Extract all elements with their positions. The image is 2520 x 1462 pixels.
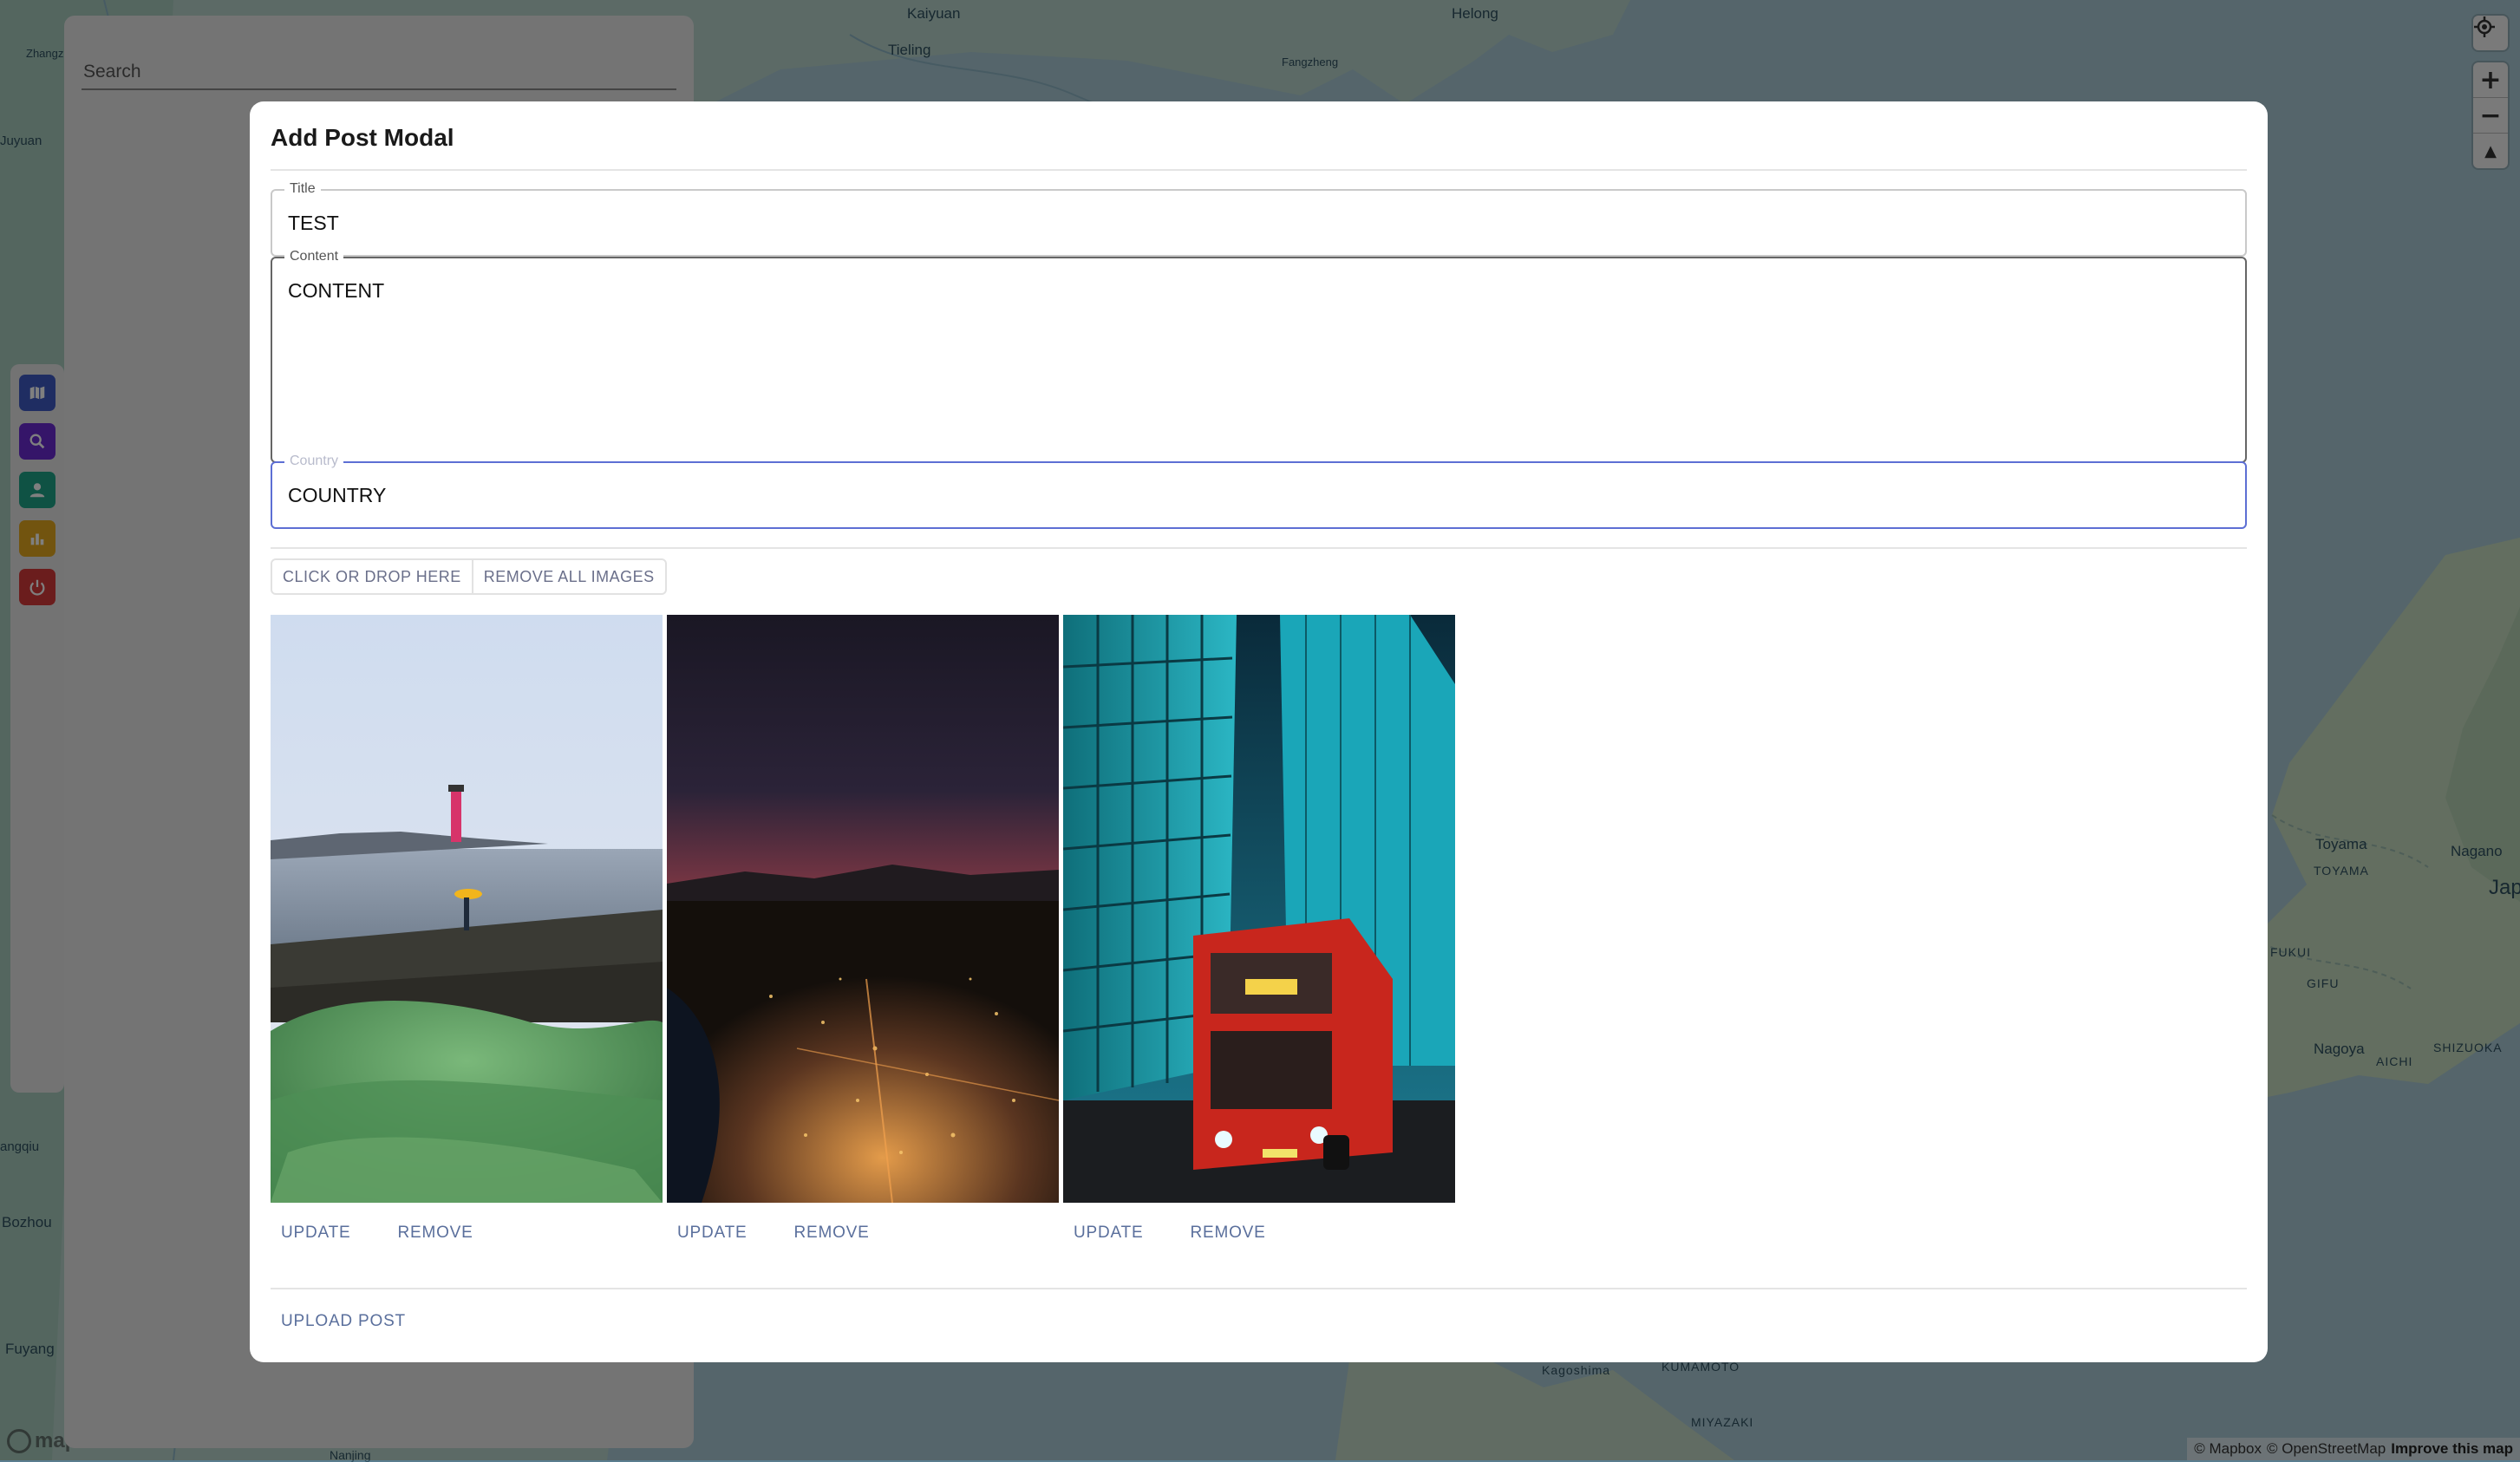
content-value: CONTENT bbox=[288, 279, 385, 302]
lighthouse-coast-photo bbox=[271, 615, 663, 1203]
image-dropzone-buttons: CLICK OR DROP HERE REMOVE ALL IMAGES bbox=[271, 558, 667, 595]
city-night-aerial-photo bbox=[667, 615, 1059, 1203]
modal-title: Add Post Modal bbox=[271, 124, 454, 151]
remove-all-images-button[interactable]: REMOVE ALL IMAGES bbox=[471, 560, 665, 593]
update-image-button[interactable]: UPDATE bbox=[271, 1215, 361, 1251]
country-label: Country bbox=[284, 454, 344, 469]
update-image-button[interactable]: UPDATE bbox=[667, 1215, 757, 1251]
title-label: Title bbox=[284, 181, 321, 197]
image-actions-3: UPDATE REMOVE bbox=[1063, 1215, 1276, 1251]
image-actions-1: UPDATE REMOVE bbox=[271, 1215, 484, 1251]
image-actions-2: UPDATE REMOVE bbox=[667, 1215, 880, 1251]
content-field[interactable]: Content CONTENT bbox=[271, 249, 2247, 463]
remove-image-button[interactable]: REMOVE bbox=[387, 1215, 483, 1251]
update-image-button[interactable]: UPDATE bbox=[1063, 1215, 1153, 1251]
remove-image-button[interactable]: REMOVE bbox=[1179, 1215, 1276, 1251]
upload-post-button[interactable]: UPLOAD POST bbox=[271, 1303, 416, 1340]
red-bus-city-photo bbox=[1063, 615, 1455, 1203]
content-label: Content bbox=[284, 249, 344, 264]
click-or-drop-button[interactable]: CLICK OR DROP HERE bbox=[272, 560, 472, 593]
title-value: TEST bbox=[288, 212, 339, 234]
country-field[interactable]: Country COUNTRY bbox=[271, 454, 2247, 529]
country-value: COUNTRY bbox=[288, 484, 387, 506]
add-post-modal: Add Post Modal Title TEST Content CONTEN… bbox=[250, 101, 2268, 1362]
remove-image-button[interactable]: REMOVE bbox=[783, 1215, 879, 1251]
divider bbox=[271, 1288, 2247, 1289]
title-field[interactable]: Title TEST bbox=[271, 181, 2247, 257]
divider bbox=[271, 169, 2247, 171]
divider bbox=[271, 547, 2247, 549]
